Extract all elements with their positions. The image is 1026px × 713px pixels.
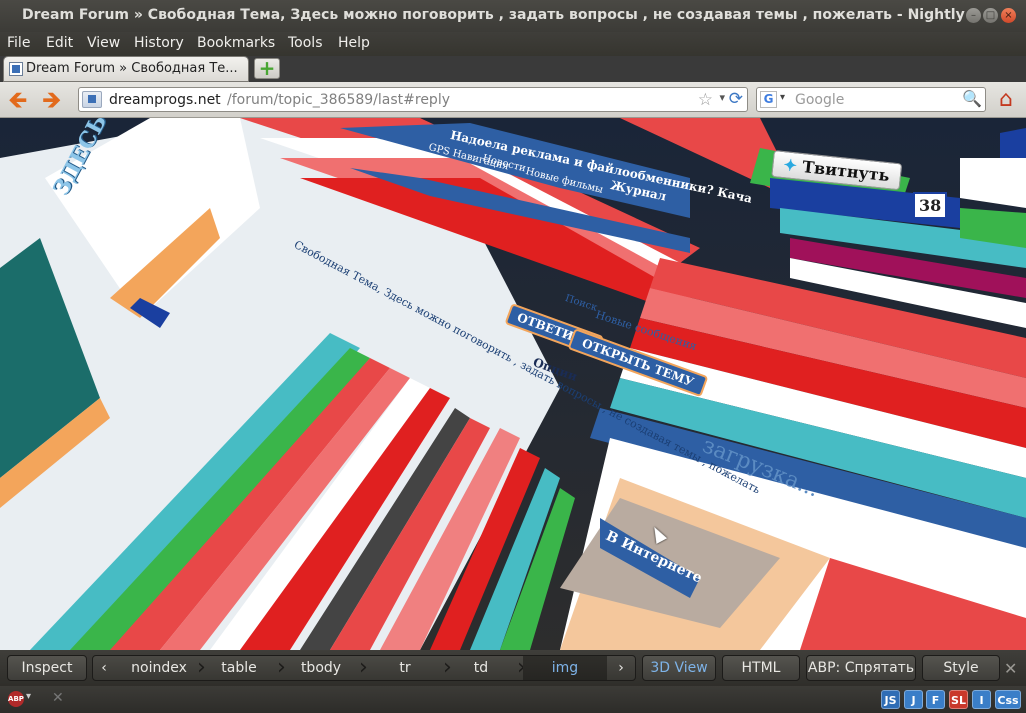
- html-button[interactable]: HTML: [722, 655, 800, 681]
- menu-tools[interactable]: Tools: [288, 35, 323, 51]
- menu-edit[interactable]: Edit: [46, 35, 73, 51]
- silverlight-toggle-button[interactable]: SL: [949, 690, 968, 709]
- engine-dropdown-icon[interactable]: ▾: [780, 92, 785, 103]
- breadcrumb: ‹ noindex › table › tbody › tr › td › im…: [92, 655, 636, 681]
- search-icon[interactable]: 🔍: [962, 89, 982, 108]
- breadcrumb-item-noindex[interactable]: noindex: [115, 656, 203, 680]
- flash-toggle-button[interactable]: F: [926, 690, 945, 709]
- breadcrumb-item-table[interactable]: table: [203, 656, 275, 680]
- style-button[interactable]: Style: [922, 655, 1000, 681]
- java-toggle-button[interactable]: J: [904, 690, 923, 709]
- images-toggle-button[interactable]: I: [972, 690, 991, 709]
- adblock-icon[interactable]: ABP: [8, 691, 24, 707]
- close-addon-bar-icon[interactable]: ✕: [52, 690, 64, 706]
- 3d-view-button[interactable]: 3D View: [642, 655, 716, 681]
- breadcrumb-item-img[interactable]: img: [523, 656, 607, 680]
- tab-label: Dream Forum » Свободная Те...: [26, 61, 238, 76]
- page-3d-view[interactable]: ЗДЕСЬ МОЖНО ПОГОВОРИТЬ Надоела реклама и…: [0, 118, 1026, 650]
- reload-icon[interactable]: ⟳: [729, 89, 743, 109]
- css-toggle-button[interactable]: Css: [995, 690, 1021, 709]
- window-titlebar: Dream Forum » Свободная Тема, Здесь можн…: [0, 0, 1026, 32]
- abp-hide-button[interactable]: ABP: Спрятать: [806, 655, 916, 681]
- inspector-toolbar: Inspect ‹ noindex › table › tbody › tr ›…: [0, 650, 1026, 686]
- breadcrumb-scroll-left-icon[interactable]: ‹: [95, 656, 113, 680]
- menu-bookmarks[interactable]: Bookmarks: [197, 35, 275, 51]
- tweet-count: 38: [913, 192, 948, 219]
- inspect-button[interactable]: Inspect: [7, 655, 87, 681]
- search-placeholder: Google: [795, 92, 845, 108]
- back-arrow-icon[interactable]: 🡸: [8, 88, 28, 112]
- close-icon[interactable]: ×: [1001, 8, 1016, 23]
- 3d-view-canvas: [0, 118, 1026, 650]
- site-favicon-icon: [9, 62, 23, 76]
- menu-file[interactable]: File: [7, 35, 30, 51]
- js-toggle-button[interactable]: JS: [881, 690, 900, 709]
- tweet-button-label: Твитнуть: [801, 157, 891, 186]
- url-domain: dreamprogs.net: [109, 92, 221, 108]
- forward-arrow-icon[interactable]: 🡺: [42, 88, 62, 112]
- bookmark-star-icon[interactable]: ☆: [698, 90, 713, 110]
- breadcrumb-item-tr[interactable]: tr: [365, 656, 445, 680]
- menu-history[interactable]: History: [134, 35, 184, 51]
- tab-dream-forum[interactable]: Dream Forum » Свободная Те...: [4, 57, 248, 81]
- site-identity-icon[interactable]: [82, 91, 102, 108]
- home-icon[interactable]: ⌂: [992, 86, 1020, 114]
- navigation-bar: 🡸 🡺 dreamprogs.net /forum/topic_386589/l…: [0, 82, 1026, 118]
- breadcrumb-scroll-right-icon[interactable]: ›: [611, 656, 631, 680]
- window-title: Dream Forum » Свободная Тема, Здесь можн…: [22, 7, 965, 23]
- minimize-icon[interactable]: –: [966, 8, 981, 23]
- menu-help[interactable]: Help: [338, 35, 370, 51]
- maximize-icon[interactable]: □: [983, 8, 998, 23]
- url-bar[interactable]: dreamprogs.net /forum/topic_386589/last#…: [78, 87, 748, 112]
- new-tab-button[interactable]: +: [254, 58, 280, 79]
- twitter-bird-icon: ✦: [782, 155, 798, 176]
- tab-bar: Dream Forum » Свободная Те... +: [0, 56, 1026, 82]
- url-path: /forum/topic_386589/last#reply: [227, 92, 450, 108]
- menu-view[interactable]: View: [87, 35, 120, 51]
- abp-dropdown-icon[interactable]: ▾: [26, 691, 31, 702]
- menu-bar: File Edit View History Bookmarks Tools H…: [0, 32, 1026, 56]
- search-engine-icon[interactable]: G: [760, 91, 777, 108]
- breadcrumb-item-tbody[interactable]: tbody: [283, 656, 359, 680]
- search-bar[interactable]: G ▾ Google 🔍: [756, 87, 986, 112]
- breadcrumb-item-td[interactable]: td: [449, 656, 513, 680]
- url-dropdown-icon[interactable]: ▾: [719, 91, 725, 104]
- status-bar: ABP ▾ ✕ JS J F SL I Css: [0, 686, 1026, 713]
- close-inspector-icon[interactable]: ✕: [1004, 659, 1017, 678]
